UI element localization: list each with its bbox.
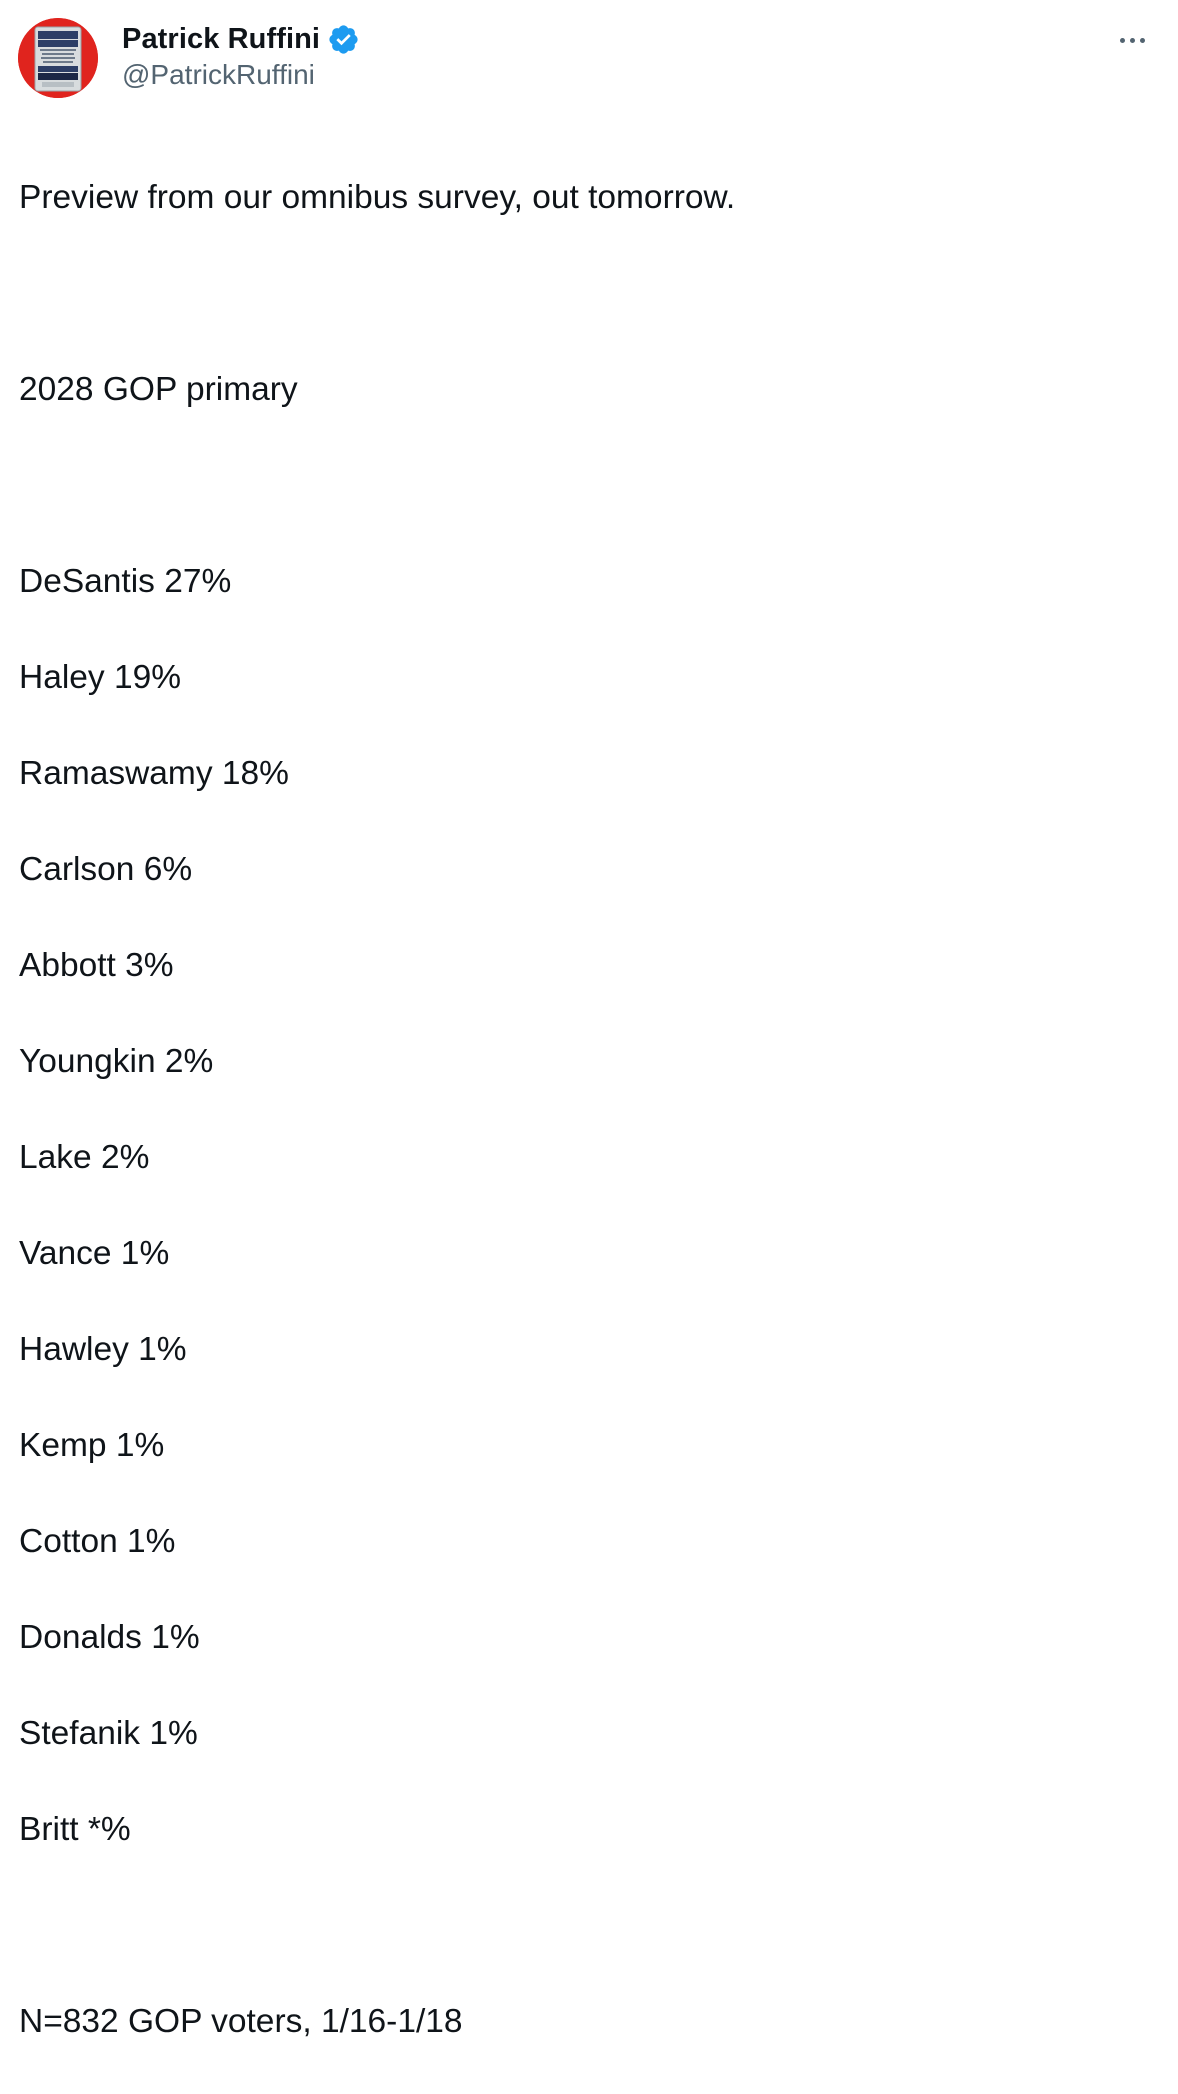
- more-options-icon-dot: [1129, 37, 1135, 43]
- result-line: Britt *%: [19, 1811, 131, 1848]
- tweet-heading: 2028 GOP primary: [19, 371, 298, 408]
- result-line: Stefanik 1%: [19, 1715, 198, 1752]
- user-handle[interactable]: @PatrickRuffini: [122, 59, 360, 91]
- tweet-header: Patrick Ruffini @PatrickRuffini: [18, 18, 1160, 98]
- display-name[interactable]: Patrick Ruffini: [122, 23, 320, 56]
- result-line: DeSantis 27%: [19, 563, 232, 600]
- result-line: Cotton 1%: [19, 1523, 176, 1560]
- more-options-button[interactable]: [1104, 20, 1160, 60]
- tweet-footer: N=832 GOP voters, 1/16-1/18: [19, 2003, 463, 2040]
- result-line: Haley 19%: [19, 659, 182, 696]
- result-line: Carlson 6%: [19, 851, 193, 888]
- result-line: Lake 2%: [19, 1139, 150, 1176]
- result-line: Kemp 1%: [19, 1427, 165, 1464]
- result-line: Abbott 3%: [19, 947, 174, 984]
- result-line: Youngkin 2%: [19, 1043, 214, 1080]
- more-options-icon-dot: [1139, 37, 1145, 43]
- verified-badge-icon[interactable]: [327, 23, 360, 56]
- result-line: Vance 1%: [19, 1235, 170, 1272]
- tweet-text: Preview from our omnibus survey, out tom…: [19, 126, 1149, 2094]
- result-line: Ramaswamy 18%: [19, 755, 289, 792]
- avatar[interactable]: [18, 18, 98, 98]
- tweet: Patrick Ruffini @PatrickRuffini Preview …: [0, 0, 1178, 2040]
- display-name-row: Patrick Ruffini: [122, 20, 360, 58]
- author-info: Patrick Ruffini @PatrickRuffini: [122, 20, 360, 91]
- more-options-icon: [1119, 37, 1125, 43]
- book-cover-avatar-icon: [18, 18, 98, 98]
- result-line: Donalds 1%: [19, 1619, 200, 1656]
- tweet-intro: Preview from our omnibus survey, out tom…: [19, 179, 736, 216]
- result-line: Hawley 1%: [19, 1331, 187, 1368]
